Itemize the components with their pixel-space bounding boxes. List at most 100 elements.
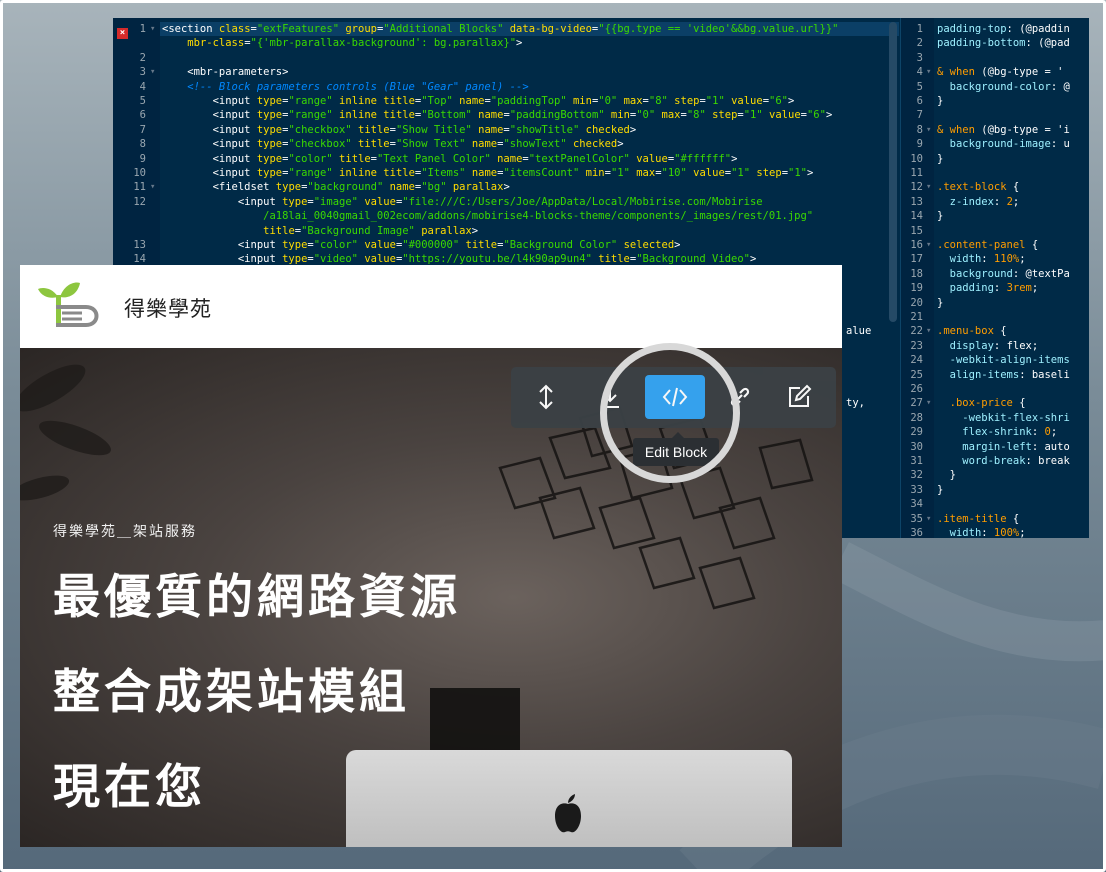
line-number: 13 (910, 195, 923, 208)
line-number: 3 (139, 66, 146, 79)
code-text: <section class="extFeatures" group="Addi… (162, 23, 839, 35)
code-text: & when (@bg-type = 'i (937, 123, 1070, 136)
line-number: 16 (910, 239, 923, 251)
line-number: 31 (910, 455, 923, 467)
fold-arrow-icon[interactable]: ▾ (926, 238, 931, 252)
site-header: 得樂學苑 (20, 265, 842, 348)
fold-arrow-icon[interactable]: ▾ (926, 512, 931, 526)
line-number: 2 (916, 37, 923, 50)
code-text: display: flex; (949, 339, 1039, 352)
code-text: .text-block { (937, 181, 1020, 194)
code-text-fragment: ty, (846, 397, 865, 410)
line-number: 8 (916, 123, 923, 136)
code-text: <input type="checkbox" title="Show Title… (162, 123, 637, 136)
code-text: <input type="range" inline title="Items"… (162, 167, 814, 179)
code-text: -webkit-align-items (949, 354, 1070, 367)
line-number: 25 (910, 368, 923, 381)
line-number: 1 (139, 23, 146, 35)
line-number: 7 (139, 123, 146, 136)
hero-eyebrow[interactable]: 得樂學苑＿架站服務 (53, 521, 197, 541)
line-number: 4 (139, 80, 146, 93)
line-number: 2 (139, 51, 146, 64)
updown-arrow-icon (539, 384, 553, 410)
focus-highlight-circle (600, 343, 740, 483)
block-settings-button[interactable] (777, 375, 821, 419)
fold-arrow-icon[interactable]: ▾ (926, 123, 931, 137)
code-text: title="Background Image" parallax> (263, 224, 479, 237)
line-number: 14 (910, 210, 923, 223)
code-text: padding-top: (@paddin (937, 23, 1070, 35)
code-text: & when (@bg-type = ' (937, 66, 1064, 79)
code-text: } (937, 95, 944, 107)
site-name[interactable]: 得樂學苑 (124, 293, 212, 323)
code-text: <input type="checkbox" title="Show Text"… (162, 138, 624, 151)
line-number: 8 (139, 138, 146, 151)
fold-arrow-icon[interactable]: ▾ (150, 65, 155, 79)
code-text: <input type="color" title="Text Panel Co… (162, 152, 738, 165)
fold-arrow-icon[interactable]: ▾ (150, 180, 155, 194)
line-number: 23 (910, 339, 923, 352)
fold-arrow-icon[interactable]: ▾ (150, 22, 155, 36)
code-text: } (937, 469, 956, 482)
code-text: } (937, 152, 944, 165)
code-text: } (937, 296, 944, 309)
code-text: .content-panel { (937, 239, 1039, 251)
line-number: 18 (910, 267, 923, 280)
line-number: 17 (910, 253, 923, 266)
hero-headline-line-2[interactable]: 整合成架站模組 (53, 664, 410, 720)
line-number: 12 (133, 195, 146, 208)
line-number: 33 (910, 483, 923, 496)
laptop-image (346, 750, 792, 847)
line-number: 19 (910, 282, 923, 295)
code-text: margin-left: auto (962, 440, 1070, 453)
fold-arrow-icon[interactable]: ▾ (926, 180, 931, 194)
code-text: background-image: u (949, 138, 1070, 151)
code-text: <input type="range" inline title="Bottom… (162, 109, 833, 122)
code-text: /a18lai_0040gmail_002ecom/addons/mobiris… (162, 210, 814, 223)
less-editor-pane[interactable]: 1 padding-top: (@paddin 2 padding-bottom: (… (900, 18, 1089, 538)
apple-logo-icon (555, 794, 581, 833)
fold-arrow-icon[interactable]: ▾ (926, 396, 931, 410)
site-preview: 得樂學苑 得樂學苑＿架站服務 最優質的網路資源 整合成架站模組 現在您 (20, 265, 842, 847)
hero-headline-line-1[interactable]: 最優質的網路資源 (53, 569, 461, 625)
line-number: 27 (910, 397, 923, 410)
code-text: <mbr-parameters> (162, 66, 289, 79)
code-text: background: @textPa (949, 267, 1070, 280)
line-number: 10 (910, 152, 923, 165)
code-text: width: 100%; (949, 527, 1026, 538)
code-text: z-index: 2; (949, 195, 1020, 208)
line-number: 6 (916, 95, 923, 107)
line-number: 26 (910, 383, 923, 395)
fold-arrow-icon[interactable]: ▾ (926, 324, 931, 338)
code-text: <!-- Block parameters controls (Blue "Ge… (162, 80, 529, 93)
line-number: 6 (139, 109, 146, 122)
code-text: <input type="color" value="#000000" titl… (162, 239, 681, 251)
line-number: 32 (910, 469, 923, 482)
editor-scrollbar[interactable] (889, 22, 897, 322)
code-text: background-color: @ (949, 80, 1070, 93)
code-text: flex-shrink: 0; (962, 426, 1058, 439)
line-number: 34 (910, 498, 923, 511)
move-block-button[interactable] (524, 375, 568, 419)
code-text-fragment: alue (846, 325, 872, 338)
line-number: 4 (916, 66, 923, 79)
code-text: } (937, 210, 944, 223)
hero-headline-line-3[interactable]: 現在您 (53, 759, 206, 815)
line-number: 5 (139, 95, 146, 107)
fold-arrow-icon[interactable]: ▾ (926, 65, 931, 79)
sprout-book-logo-icon (38, 282, 99, 327)
line-number: 5 (916, 80, 923, 93)
line-number: 13 (133, 239, 146, 251)
line-number: 3 (916, 51, 923, 64)
line-number: 35 (910, 512, 923, 525)
line-number: 24 (910, 354, 923, 367)
code-text: width: 110%; (949, 253, 1026, 266)
code-text: .box-price { (949, 397, 1026, 410)
code-text: word-break: break (962, 455, 1070, 467)
code-text: padding-bottom: (@pad (937, 37, 1070, 50)
line-number: 22 (910, 325, 923, 338)
code-text: <input type="image" value="file:///C:/Us… (162, 195, 763, 208)
line-number: 30 (910, 440, 923, 453)
line-number: 28 (910, 411, 923, 424)
line-number: 9 (916, 138, 923, 151)
